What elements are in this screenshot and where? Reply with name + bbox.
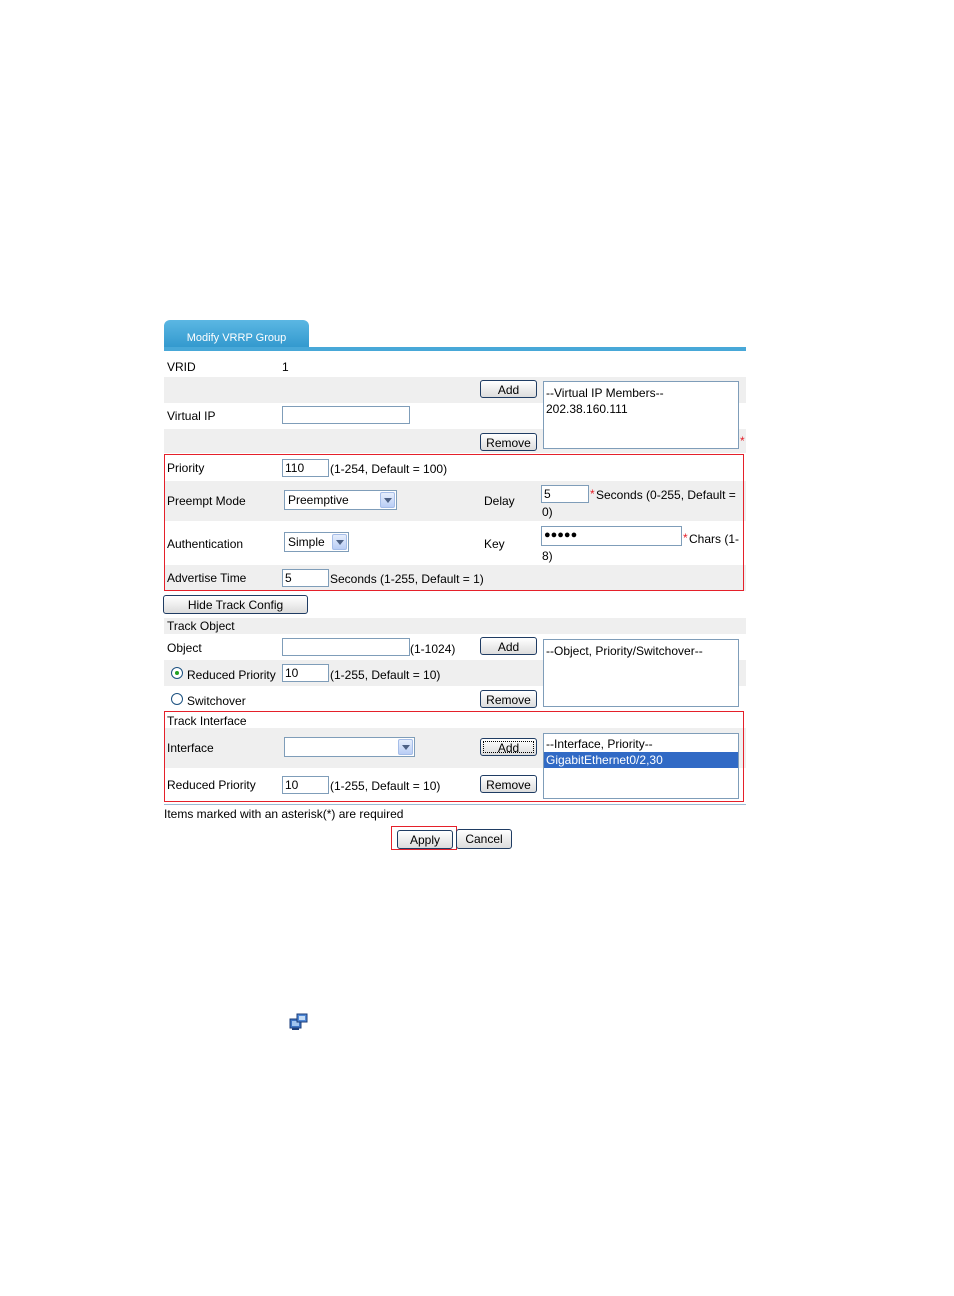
list-item[interactable]: 202.38.160.111 — [544, 401, 738, 417]
highlight-box-apply — [391, 826, 457, 850]
object-reduced-priority-label: Reduced Priority — [187, 668, 276, 682]
tab-underline — [164, 347, 746, 351]
track-object-list[interactable]: --Object, Priority/Switchover-- — [543, 639, 739, 707]
track-object-add-button[interactable]: Add — [480, 637, 537, 655]
track-object-list-header[interactable]: --Object, Priority/Switchover-- — [544, 643, 738, 659]
vrid-label: VRID — [167, 360, 196, 374]
track-object-label: Track Object — [167, 619, 235, 633]
tab-modify-vrrp-group[interactable]: Modify VRRP Group — [164, 320, 309, 350]
virtual-ip-add-button[interactable]: Add — [480, 380, 537, 398]
vrid-row: VRID 1 — [164, 356, 746, 376]
object-hint: (1-1024) — [410, 642, 456, 656]
switchover-radio[interactable] — [171, 693, 183, 705]
hide-track-config-button[interactable]: Hide Track Config — [163, 595, 308, 614]
virtual-ip-members-list[interactable]: --Virtual IP Members-- 202.38.160.111 — [543, 381, 739, 449]
virtual-ip-required-mark: * — [740, 434, 745, 448]
cancel-button[interactable]: Cancel — [456, 829, 512, 849]
object-reduced-priority-input[interactable]: 10 — [282, 664, 329, 682]
object-reduced-priority-hint: (1-255, Default = 10) — [330, 668, 441, 682]
track-object-header: Track Object — [164, 618, 746, 634]
highlight-box-track-interface — [164, 711, 744, 802]
object-input[interactable] — [282, 638, 410, 656]
virtual-ip-label: Virtual IP — [167, 409, 216, 423]
reduced-priority-radio[interactable] — [171, 667, 183, 679]
virtual-ip-remove-button[interactable]: Remove — [480, 433, 537, 451]
virtual-ip-input[interactable] — [282, 406, 410, 424]
required-note: Items marked with an asterisk(*) are req… — [164, 807, 404, 821]
highlight-box-vrrp-params — [164, 454, 744, 591]
track-object-remove-button[interactable]: Remove — [480, 690, 537, 708]
switchover-label: Switchover — [187, 694, 246, 708]
object-label: Object — [167, 641, 202, 655]
vrid-value: 1 — [282, 360, 289, 374]
virtual-ip-members-header[interactable]: --Virtual IP Members-- — [544, 385, 738, 401]
footer-divider — [164, 804, 746, 805]
network-config-icon — [289, 1013, 308, 1030]
